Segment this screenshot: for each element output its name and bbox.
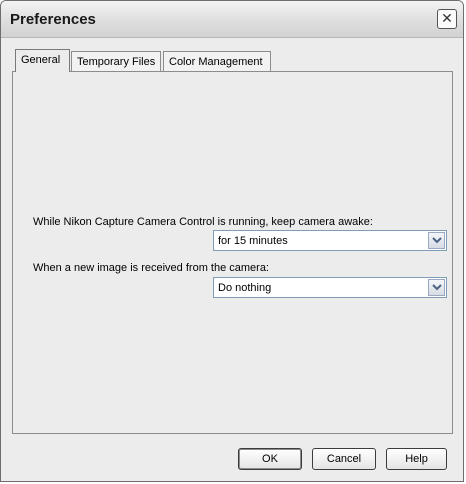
keep-awake-label: While Nikon Capture Camera Control is ru… [33,216,373,228]
chevron-down-icon[interactable] [428,232,445,249]
title-bar[interactable]: Preferences ✕ [1,1,463,38]
tab-label: Color Management [169,56,263,68]
cancel-button[interactable]: Cancel [312,448,376,470]
tab-label: General [21,54,61,66]
new-image-select[interactable]: Do nothing [213,277,447,298]
tab-general[interactable]: General [15,49,70,72]
preferences-dialog: Preferences ✕ General Temporary Files Co… [0,0,464,482]
new-image-value: Do nothing [218,282,272,294]
close-button[interactable]: ✕ [437,9,457,29]
tab-label: Temporary Files [77,56,156,68]
help-button[interactable]: Help [386,448,447,470]
keep-awake-select[interactable]: for 15 minutes [213,230,447,251]
ok-button[interactable]: OK [238,448,302,470]
dialog-title: Preferences [10,11,96,28]
keep-awake-value: for 15 minutes [218,235,288,247]
chevron-down-icon[interactable] [428,279,445,296]
tab-temporary-files[interactable]: Temporary Files [71,51,161,71]
new-image-label: When a new image is received from the ca… [33,262,269,274]
tab-color-management[interactable]: Color Management [163,51,271,71]
close-icon: ✕ [441,10,453,26]
general-tab-panel: While Nikon Capture Camera Control is ru… [12,71,453,434]
